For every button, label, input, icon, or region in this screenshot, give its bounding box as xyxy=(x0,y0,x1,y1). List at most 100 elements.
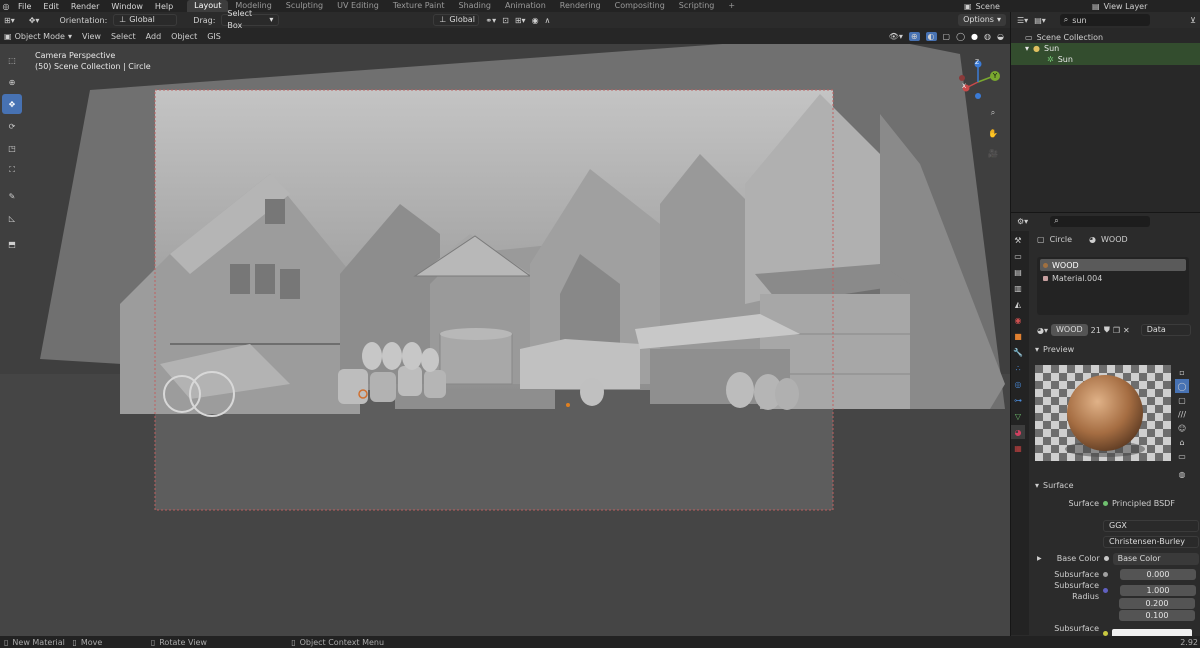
gizmo-toggle-icon[interactable]: ⊕ xyxy=(908,31,920,41)
snap-icon[interactable]: ⊡ xyxy=(502,16,509,25)
view-layer-selector[interactable]: ▤ View Layer xyxy=(1092,0,1147,12)
cursor-tool[interactable]: ⊕ xyxy=(2,72,22,92)
proportional-edit-icon[interactable]: ◉ xyxy=(532,16,539,25)
material-tab-icon[interactable]: ◕ xyxy=(1011,425,1025,439)
snap-target-icon[interactable]: ⊞▾ xyxy=(515,16,526,25)
output-tab-icon[interactable]: ▤ xyxy=(1011,265,1025,279)
camera-view-icon[interactable]: 🎥 xyxy=(986,146,1000,160)
physics-tab-icon[interactable]: ◎ xyxy=(1011,377,1025,391)
display-mode-icon[interactable]: ▤▾ xyxy=(1034,16,1046,25)
measure-tool[interactable]: ◺ xyxy=(2,208,22,228)
preview-monkey-icon[interactable]: ☺ xyxy=(1175,421,1189,435)
tab-layout[interactable]: Layout xyxy=(187,0,229,12)
data-tab-icon[interactable]: ▽ xyxy=(1011,409,1025,423)
user-count[interactable]: 21 xyxy=(1091,326,1101,335)
drag-dropdown[interactable]: Select Box ▾ xyxy=(221,9,280,30)
tab-compositing[interactable]: Compositing xyxy=(608,0,672,12)
object-tab-icon[interactable]: ■ xyxy=(1011,329,1025,343)
xray-icon[interactable]: ▢ xyxy=(943,32,951,41)
surface-shader-value[interactable]: Principled BSDF xyxy=(1112,498,1175,509)
preview-hair-icon[interactable]: /// xyxy=(1175,407,1189,421)
pan-hand-icon[interactable]: ✋ xyxy=(986,126,1000,140)
menu-view[interactable]: View xyxy=(82,32,101,41)
fake-user-icon[interactable]: ⛊ xyxy=(1104,325,1110,335)
particles-tab-icon[interactable]: ∴ xyxy=(1011,361,1025,375)
preview-world-icon[interactable]: ◍ xyxy=(1175,467,1189,481)
menu-select[interactable]: Select xyxy=(111,32,136,41)
tab-shading[interactable]: Shading xyxy=(451,0,498,12)
blender-logo-icon[interactable]: ◎ xyxy=(0,2,12,11)
expand-arrow-icon[interactable]: ▶ xyxy=(1037,553,1042,564)
scene-tab-icon[interactable]: ◭ xyxy=(1011,297,1025,311)
visibility-icon[interactable]: 👁▾ xyxy=(889,32,903,41)
outliner-search[interactable]: ⌕ sun xyxy=(1059,14,1150,26)
falloff-icon[interactable]: ∧ xyxy=(545,16,551,25)
unlink-icon[interactable]: ✕ xyxy=(1123,326,1130,335)
subsurface-radius-x[interactable]: 1.000 xyxy=(1120,585,1196,596)
base-color-link[interactable]: Base Color xyxy=(1112,552,1199,565)
material-name-field[interactable]: WOOD xyxy=(1051,324,1088,336)
annotate-tool[interactable]: ✎ xyxy=(2,186,22,206)
menu-window[interactable]: Window xyxy=(105,2,149,11)
texture-tab-icon[interactable]: ▦ xyxy=(1011,441,1025,455)
navigation-gizmo[interactable]: X Y Z xyxy=(952,56,1006,110)
world-tab-icon[interactable]: ◉ xyxy=(1011,313,1025,327)
subsurface-field[interactable]: 0.000 xyxy=(1120,569,1196,580)
wireframe-shading-icon[interactable]: ◯ xyxy=(956,32,965,41)
subsurface-method-dropdown[interactable]: Christensen-Burley xyxy=(1103,536,1199,548)
preview-section-header[interactable]: ▾ Preview xyxy=(1033,343,1200,355)
tree-row-sun-object[interactable]: ▾ ● Sun xyxy=(1011,43,1200,54)
preview-sphere-icon[interactable]: ◯ xyxy=(1175,379,1189,393)
rotate-tool[interactable]: ⟳ xyxy=(2,116,22,136)
rendered-shading-icon[interactable]: ◒ xyxy=(997,32,1004,41)
tab-scripting[interactable]: Scripting xyxy=(672,0,722,12)
add-workspace-icon[interactable]: + xyxy=(721,0,742,12)
menu-help[interactable]: Help xyxy=(149,2,179,11)
duplicate-icon[interactable]: ❐ xyxy=(1113,326,1120,335)
overlay-toggle-icon[interactable]: ◐ xyxy=(925,31,937,41)
transform-tool[interactable]: ⛶ xyxy=(2,160,22,180)
slot-material-004[interactable]: Material.004 xyxy=(1040,272,1186,284)
move-tool[interactable]: ✥ xyxy=(2,94,22,114)
preview-cloth-icon[interactable]: ⌂ xyxy=(1175,435,1189,449)
menu-render[interactable]: Render xyxy=(65,2,105,11)
solid-shading-icon[interactable]: ● xyxy=(971,32,978,41)
add-cube-tool[interactable]: ⬒ xyxy=(2,234,22,254)
outliner-editor-icon[interactable]: ☰▾ xyxy=(1017,16,1028,25)
subsurface-radius-y[interactable]: 0.200 xyxy=(1119,598,1195,609)
tab-animation[interactable]: Animation xyxy=(498,0,553,12)
tool-tab-icon[interactable]: ⚒ xyxy=(1011,233,1025,247)
view-layer-tab-icon[interactable]: ▥ xyxy=(1011,281,1025,295)
menu-add[interactable]: Add xyxy=(146,32,162,41)
menu-file[interactable]: File xyxy=(12,2,37,11)
3d-viewport[interactable]: Camera Perspective (50) Scene Collection… xyxy=(0,44,1010,636)
constraints-tab-icon[interactable]: ⊶ xyxy=(1011,393,1025,407)
material-shading-icon[interactable]: ◍ xyxy=(984,32,991,41)
modifier-tab-icon[interactable]: 🔧 xyxy=(1011,345,1025,359)
preview-sky-icon[interactable]: ▭ xyxy=(1175,449,1189,463)
object-mode-dropdown[interactable]: ▣ Object Mode ▾ xyxy=(4,32,72,41)
filter-icon[interactable]: ⊻ xyxy=(1190,16,1196,25)
transform-tool-icon[interactable]: ✥▾ xyxy=(29,16,40,25)
editor-type-icon[interactable]: ⊞▾ xyxy=(4,16,15,25)
render-tab-icon[interactable]: ▭ xyxy=(1011,249,1025,263)
slot-wood[interactable]: WOOD xyxy=(1040,259,1186,271)
preview-cube-icon[interactable]: ▢ xyxy=(1175,393,1189,407)
transform-orientation-dropdown[interactable]: ⊥ Global xyxy=(433,14,480,26)
tab-sculpting[interactable]: Sculpting xyxy=(279,0,330,12)
material-browse-icon[interactable]: ◕▾ xyxy=(1037,326,1048,335)
properties-editor-icon[interactable]: ⚙▾ xyxy=(1017,217,1028,226)
pivot-icon[interactable]: ⚭▾ xyxy=(485,16,496,25)
tree-row-sun-data[interactable]: ✲ Sun xyxy=(1011,54,1200,65)
subsurface-radius-z[interactable]: 0.100 xyxy=(1119,610,1195,621)
menu-edit[interactable]: Edit xyxy=(37,2,65,11)
options-dropdown[interactable]: Options ▾ xyxy=(958,14,1006,26)
tab-texture-paint[interactable]: Texture Paint xyxy=(386,0,452,12)
preview-flat-icon[interactable]: ▫ xyxy=(1175,365,1189,379)
distribution-dropdown[interactable]: GGX xyxy=(1103,520,1199,532)
scale-tool[interactable]: ◳ xyxy=(2,138,22,158)
link-dropdown[interactable]: Data xyxy=(1140,324,1191,336)
zoom-icon[interactable]: ⌕ xyxy=(986,106,1000,120)
properties-search[interactable]: ⌕ xyxy=(1050,215,1151,227)
orientation-dropdown[interactable]: ⊥ Global xyxy=(113,14,178,26)
